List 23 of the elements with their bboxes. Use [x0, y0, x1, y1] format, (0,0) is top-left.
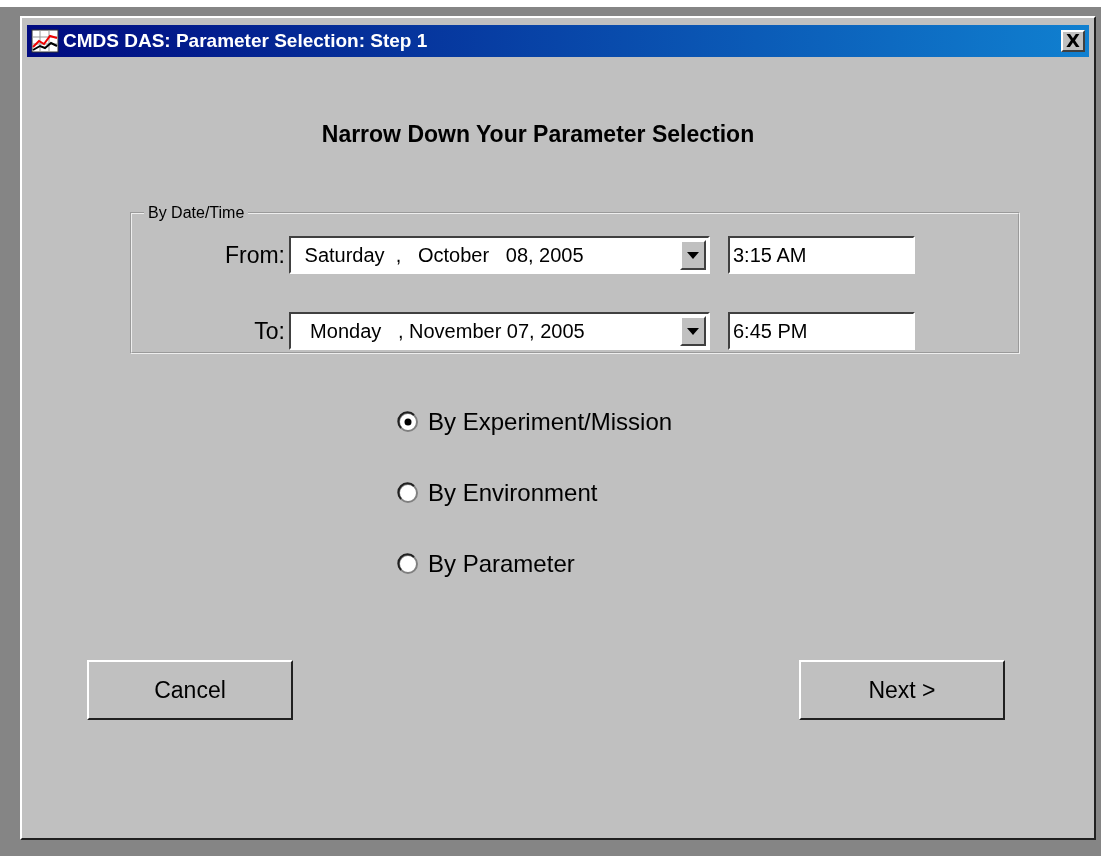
dropdown-button[interactable]: [680, 316, 706, 346]
window-title: CMDS DAS: Parameter Selection: Step 1: [63, 30, 429, 52]
close-button[interactable]: X: [1061, 30, 1085, 52]
chart-icon: [31, 29, 59, 53]
radio-option[interactable]: By Environment: [397, 479, 598, 507]
caret-icon: [687, 251, 699, 259]
date-dropdown[interactable]: Monday , November 07, 2005: [289, 312, 710, 350]
radio-option[interactable]: By Experiment/Mission: [397, 408, 673, 436]
radio-button[interactable]: [397, 411, 419, 433]
time-field[interactable]: 6:45 PM: [728, 312, 915, 350]
radio-button[interactable]: [397, 482, 419, 504]
next-button[interactable]: Next >: [799, 660, 1005, 720]
cancel-button[interactable]: Cancel: [87, 660, 293, 720]
radio-button[interactable]: [397, 553, 419, 575]
caret-icon: [687, 327, 699, 335]
field-label: To:: [253, 317, 286, 345]
radio-option[interactable]: By Parameter: [397, 550, 575, 578]
date-dropdown[interactable]: Saturday , October 08, 2005: [289, 236, 710, 274]
field-label: From:: [223, 241, 286, 269]
heading: Narrow Down Your Parameter Selection: [321, 121, 755, 148]
group-label: By Date/Time: [147, 204, 246, 222]
time-field[interactable]: 3:15 AM: [728, 236, 915, 274]
dropdown-button[interactable]: [680, 240, 706, 270]
